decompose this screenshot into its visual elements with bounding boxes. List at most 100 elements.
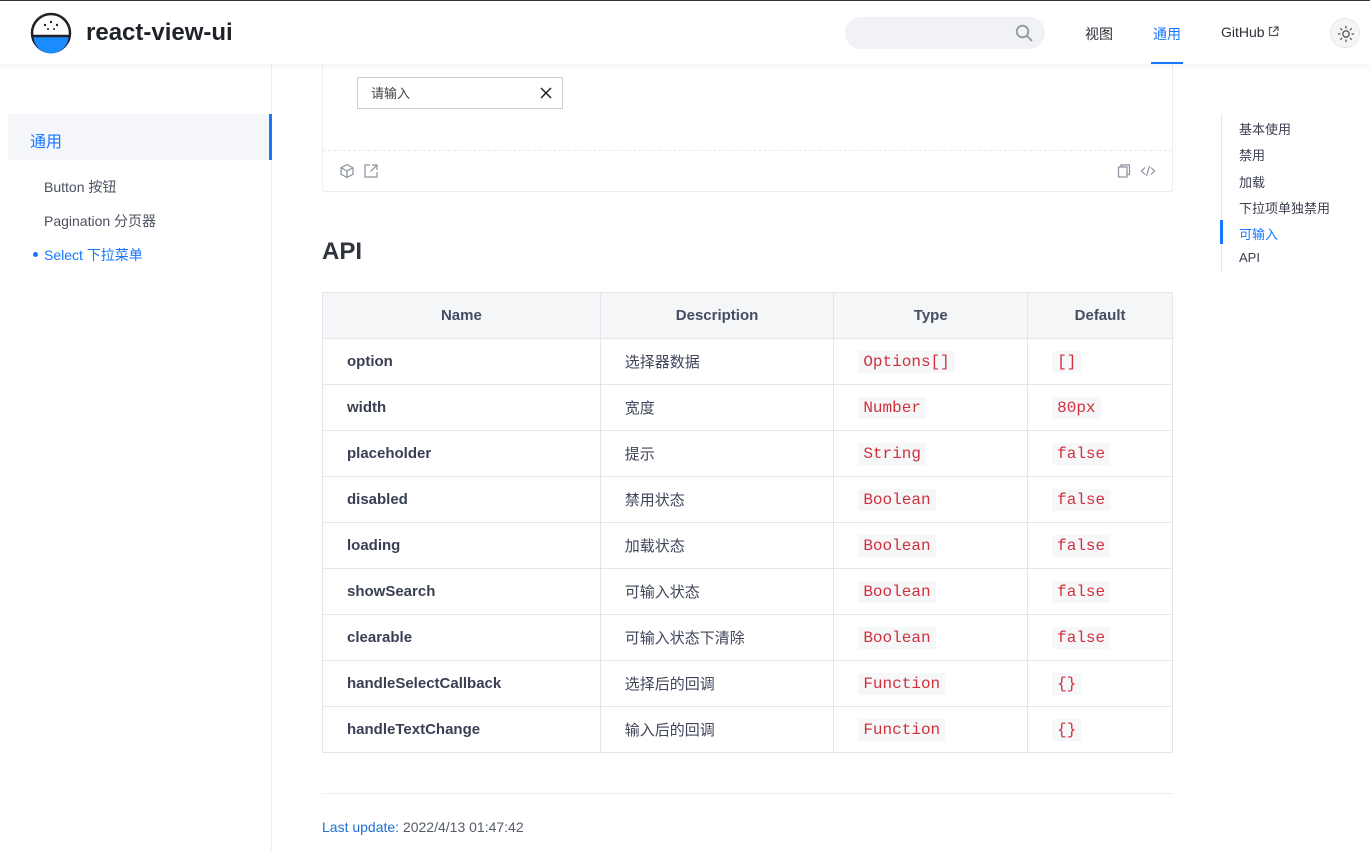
table-row: option 选择器数据 Options[] []: [322, 338, 1173, 385]
api-heading: API: [322, 238, 363, 265]
copy-icon[interactable]: [1116, 163, 1132, 179]
prop-type: Function: [858, 672, 946, 695]
nav-active-indicator: [1151, 62, 1183, 64]
nav-item-general[interactable]: 通用: [1153, 24, 1181, 44]
prop-type-cell: Boolean: [833, 522, 1029, 569]
prop-name: disabled: [322, 476, 601, 523]
prop-type: Boolean: [858, 488, 936, 511]
last-update-label: Last update:: [322, 819, 400, 835]
sidebar-item-pagination[interactable]: Pagination 分页器: [44, 211, 156, 231]
prop-name: option: [322, 338, 601, 385]
select-input-box[interactable]: [357, 77, 563, 109]
prop-type-cell: Function: [833, 660, 1029, 707]
search-box[interactable]: [845, 17, 1045, 49]
table-row: width 宽度 Number 80px: [322, 384, 1173, 431]
toc-item-searchable[interactable]: 可输入: [1239, 224, 1278, 243]
external-link-icon: [1268, 26, 1279, 37]
top-navbar: react-view-ui 视图 通用 GitHub: [0, 0, 1370, 64]
search-icon[interactable]: [1015, 24, 1033, 42]
nav-item-view[interactable]: 视图: [1085, 24, 1113, 44]
prop-type-cell: Options[]: [833, 338, 1029, 385]
prop-type: Function: [858, 718, 946, 741]
prop-description: 提示: [599, 430, 835, 477]
prop-default: {}: [1052, 718, 1082, 741]
prop-default-cell: false: [1027, 568, 1173, 615]
column-header-name: Name: [322, 292, 601, 339]
logo-icon[interactable]: [30, 12, 72, 54]
prop-default: 80px: [1052, 396, 1101, 419]
prop-type: String: [858, 442, 926, 465]
sidebar-item-button[interactable]: Button 按钮: [44, 177, 116, 197]
prop-default: false: [1052, 534, 1111, 557]
demo-card: [322, 64, 1173, 192]
prop-name: width: [322, 384, 601, 431]
prop-name: clearable: [322, 614, 601, 661]
column-header-default: Default: [1027, 292, 1173, 339]
toc-item-loading[interactable]: 加载: [1239, 172, 1265, 191]
prop-description: 选择器数据: [599, 338, 835, 385]
prop-name: showSearch: [322, 568, 601, 615]
api-table: Name Description Type Default option 选择器…: [322, 292, 1173, 753]
toc-item-api[interactable]: API: [1239, 250, 1260, 265]
active-dot-icon: [33, 252, 38, 257]
prop-default-cell: false: [1027, 476, 1173, 523]
table-row: handleTextChange 输入后的回调 Function {}: [322, 706, 1173, 753]
prop-default-cell: {}: [1027, 660, 1173, 707]
table-row: disabled 禁用状态 Boolean false: [322, 476, 1173, 523]
prop-default: false: [1052, 488, 1111, 511]
prop-type-cell: Boolean: [833, 614, 1029, 661]
prop-default: {}: [1052, 672, 1082, 695]
toc-item-option-disabled[interactable]: 下拉项单独禁用: [1239, 198, 1330, 217]
theme-toggle-button[interactable]: [1330, 18, 1360, 48]
table-row: handleSelectCallback 选择后的回调 Function {}: [322, 660, 1173, 707]
prop-default: false: [1052, 442, 1111, 465]
sidebar-group-general[interactable]: 通用: [8, 114, 272, 160]
prop-description: 可输入状态下清除: [599, 614, 835, 661]
toc-item-basic-usage[interactable]: 基本使用: [1239, 119, 1291, 138]
clear-icon[interactable]: [539, 86, 553, 100]
last-update-value: 2022/4/13 01:47:42: [402, 819, 524, 835]
prop-default: []: [1052, 350, 1082, 373]
prop-default: false: [1052, 580, 1111, 603]
sidebar-group-title: 通用: [30, 134, 63, 151]
sidebar-item-select[interactable]: Select 下拉菜单: [44, 245, 143, 265]
select-search-input[interactable]: [359, 79, 529, 107]
prop-name: placeholder: [322, 430, 601, 477]
column-header-type: Type: [833, 292, 1029, 339]
table-row: placeholder 提示 String false: [322, 430, 1173, 477]
prop-type-cell: Boolean: [833, 568, 1029, 615]
prop-description: 选择后的回调: [599, 660, 835, 707]
prop-type: Boolean: [858, 534, 936, 557]
prop-type-cell: Boolean: [833, 476, 1029, 523]
prop-name: handleSelectCallback: [322, 660, 601, 707]
prop-type: Number: [858, 396, 926, 419]
table-row: loading 加载状态 Boolean false: [322, 522, 1173, 569]
open-in-new-window-icon[interactable]: [363, 163, 379, 179]
prop-description: 输入后的回调: [599, 706, 835, 753]
nav-item-github[interactable]: GitHub: [1221, 24, 1279, 40]
prop-default: false: [1052, 626, 1111, 649]
prop-type: Boolean: [858, 580, 936, 603]
table-row: showSearch 可输入状态 Boolean false: [322, 568, 1173, 615]
prop-type-cell: Function: [833, 706, 1029, 753]
prop-description: 宽度: [599, 384, 835, 431]
demo-action-bar: [323, 150, 1172, 191]
prop-default-cell: []: [1027, 338, 1173, 385]
prop-default-cell: false: [1027, 522, 1173, 569]
prop-default-cell: {}: [1027, 706, 1173, 753]
prop-type-cell: String: [833, 430, 1029, 477]
prop-description: 加载状态: [599, 522, 835, 569]
brand-title[interactable]: react-view-ui: [86, 19, 233, 47]
last-update: Last update: 2022/4/13 01:47:42: [322, 819, 524, 835]
codesandbox-icon[interactable]: [339, 163, 355, 179]
show-code-icon[interactable]: [1140, 163, 1156, 179]
prop-type-cell: Number: [833, 384, 1029, 431]
prop-description: 禁用状态: [599, 476, 835, 523]
column-header-description: Description: [599, 292, 835, 339]
toc-item-disabled[interactable]: 禁用: [1239, 145, 1265, 164]
prop-default-cell: false: [1027, 430, 1173, 477]
toc-track: [1221, 114, 1222, 272]
nav-item-github-label: GitHub: [1221, 24, 1265, 40]
api-table-header: Name Description Type Default: [322, 292, 1173, 339]
sidebar: 通用 Button 按钮 Pagination 分页器 Select 下拉菜单: [0, 64, 272, 851]
